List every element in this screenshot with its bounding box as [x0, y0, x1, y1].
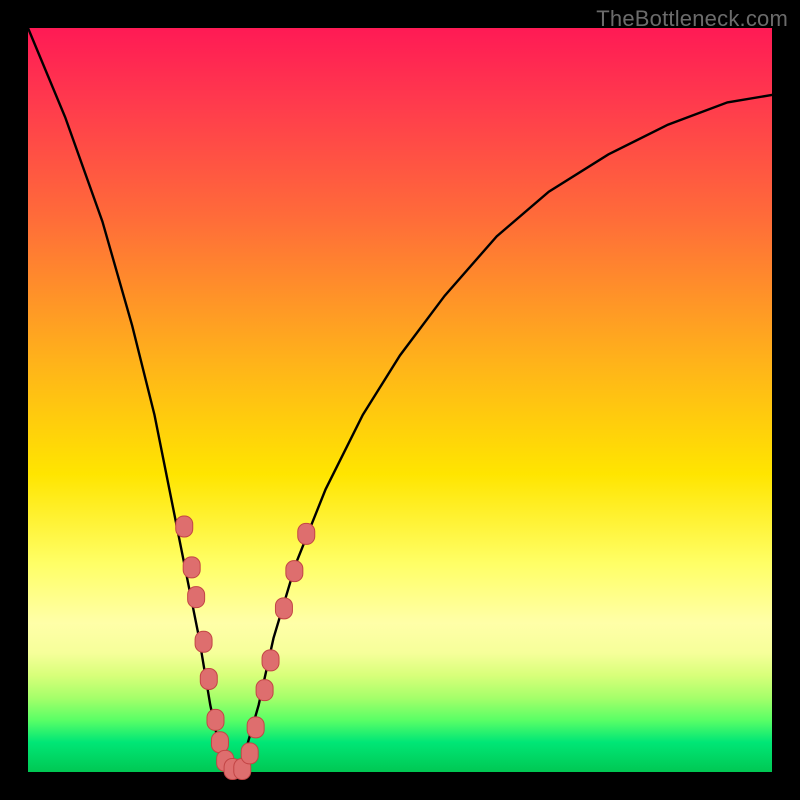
curve-marker [183, 557, 200, 578]
marker-group [176, 516, 315, 780]
curve-marker [207, 709, 224, 730]
bottleneck-curve [28, 28, 772, 772]
curve-marker [195, 631, 212, 652]
curve-marker [298, 523, 315, 544]
curve-marker [188, 587, 205, 608]
curve-marker [286, 561, 303, 582]
curve-marker [176, 516, 193, 537]
plot-area [28, 28, 772, 772]
curve-layer [28, 28, 772, 772]
curve-marker [241, 743, 258, 764]
curve-marker [262, 650, 279, 671]
curve-marker [247, 717, 264, 738]
chart-frame: TheBottleneck.com [0, 0, 800, 800]
curve-marker [256, 680, 273, 701]
curve-marker [275, 598, 292, 619]
curve-marker [211, 732, 228, 753]
curve-marker [200, 669, 217, 690]
